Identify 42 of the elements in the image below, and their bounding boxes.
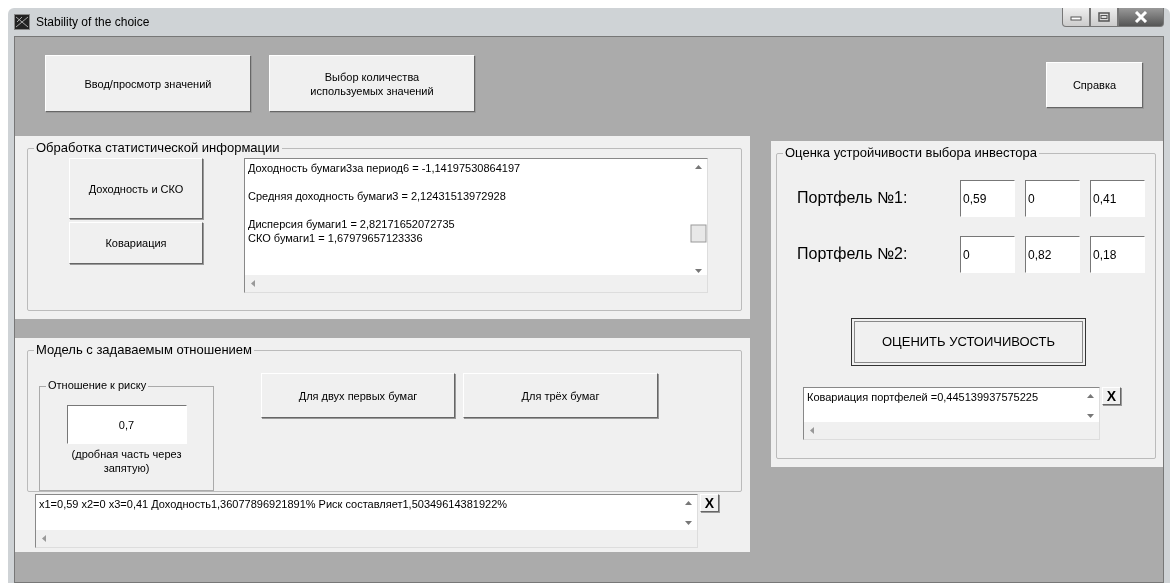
- risk-input-field[interactable]: 0,7: [66, 405, 187, 444]
- close-icon: [1134, 11, 1148, 23]
- group-title: Отношение к риску: [46, 379, 149, 391]
- minimize-button[interactable]: [1062, 8, 1090, 27]
- output-line: Дисперсия бумаги1 = 2,82171652072735: [248, 217, 456, 231]
- output-memo[interactable]: Ковариация портфелей =0,445139937575225: [803, 387, 1100, 440]
- hint-text: (дробная часть через запятую): [70, 447, 183, 475]
- output-memo[interactable]: x1=0,59 x2=0 x3=0,41 Доходность1,36077896921891% Риск составляет1,50349614381922%: [35, 494, 698, 548]
- weight-input-field[interactable]: 0: [1025, 180, 1080, 217]
- maximize-icon: [1098, 12, 1110, 22]
- group-title: Обработка статистической информации: [34, 140, 282, 155]
- vertical-scrollbar[interactable]: [680, 495, 697, 530]
- output-line: Доходность бумаги3за период6 = -1,14197530864197: [248, 161, 522, 175]
- output-line: СКО бумаги1 = 1,67979657123336: [248, 231, 424, 245]
- action-button[interactable]: Доходность и СКО: [69, 158, 203, 219]
- vertical-scrollbar[interactable]: [1082, 388, 1099, 422]
- group-title: Модель с задаваемым отношением: [34, 342, 255, 357]
- minimize-icon: [1070, 13, 1082, 21]
- group-title: Оценка устройчивости выбора инвестора: [783, 145, 1039, 160]
- action-button[interactable]: Ковариация: [69, 222, 203, 264]
- help-button[interactable]: Справка: [1046, 62, 1143, 108]
- portfolio-label: Портфель №2:: [797, 245, 909, 263]
- app-icon: [14, 14, 30, 30]
- action-button[interactable]: Для двух первых бумаг: [261, 373, 455, 418]
- clear-button[interactable]: X: [1102, 387, 1121, 405]
- weight-input-field[interactable]: 0: [960, 236, 1015, 273]
- weight-input-field[interactable]: 0,82: [1025, 236, 1080, 273]
- portfolio-label: Портфель №1:: [797, 189, 909, 207]
- action-button[interactable]: Ввод/просмотр значений: [45, 55, 251, 112]
- clear-button[interactable]: X: [700, 494, 719, 512]
- vertical-scrollbar[interactable]: [690, 159, 707, 275]
- evaluate-button[interactable]: ОЦЕНИТЬ УСТОИЧИВОСТЬ: [851, 318, 1086, 366]
- output-line: Средняя доходность бумаги3 = 2,12431513972928: [248, 189, 507, 203]
- weight-input-field[interactable]: 0,59: [960, 180, 1015, 217]
- maximize-button[interactable]: [1090, 8, 1118, 27]
- weight-input-field[interactable]: 0,41: [1090, 180, 1145, 217]
- weight-input-field[interactable]: 0,18: [1090, 236, 1145, 273]
- action-button[interactable]: Выбор количества используемых значений: [269, 55, 475, 112]
- close-button[interactable]: [1118, 8, 1164, 27]
- action-button[interactable]: Для трёх бумаг: [463, 373, 658, 418]
- output-memo[interactable]: Доходность бумаги3за период6 = -1,14197530864197 Средняя доходность бумаги3 = 2,12431513972928 Дисперсия бумаги1 = 2,82171652072735 СКО бумаги1 = 1,67979657123336: [244, 158, 708, 293]
- window-title: Stability of the choice: [36, 15, 150, 29]
